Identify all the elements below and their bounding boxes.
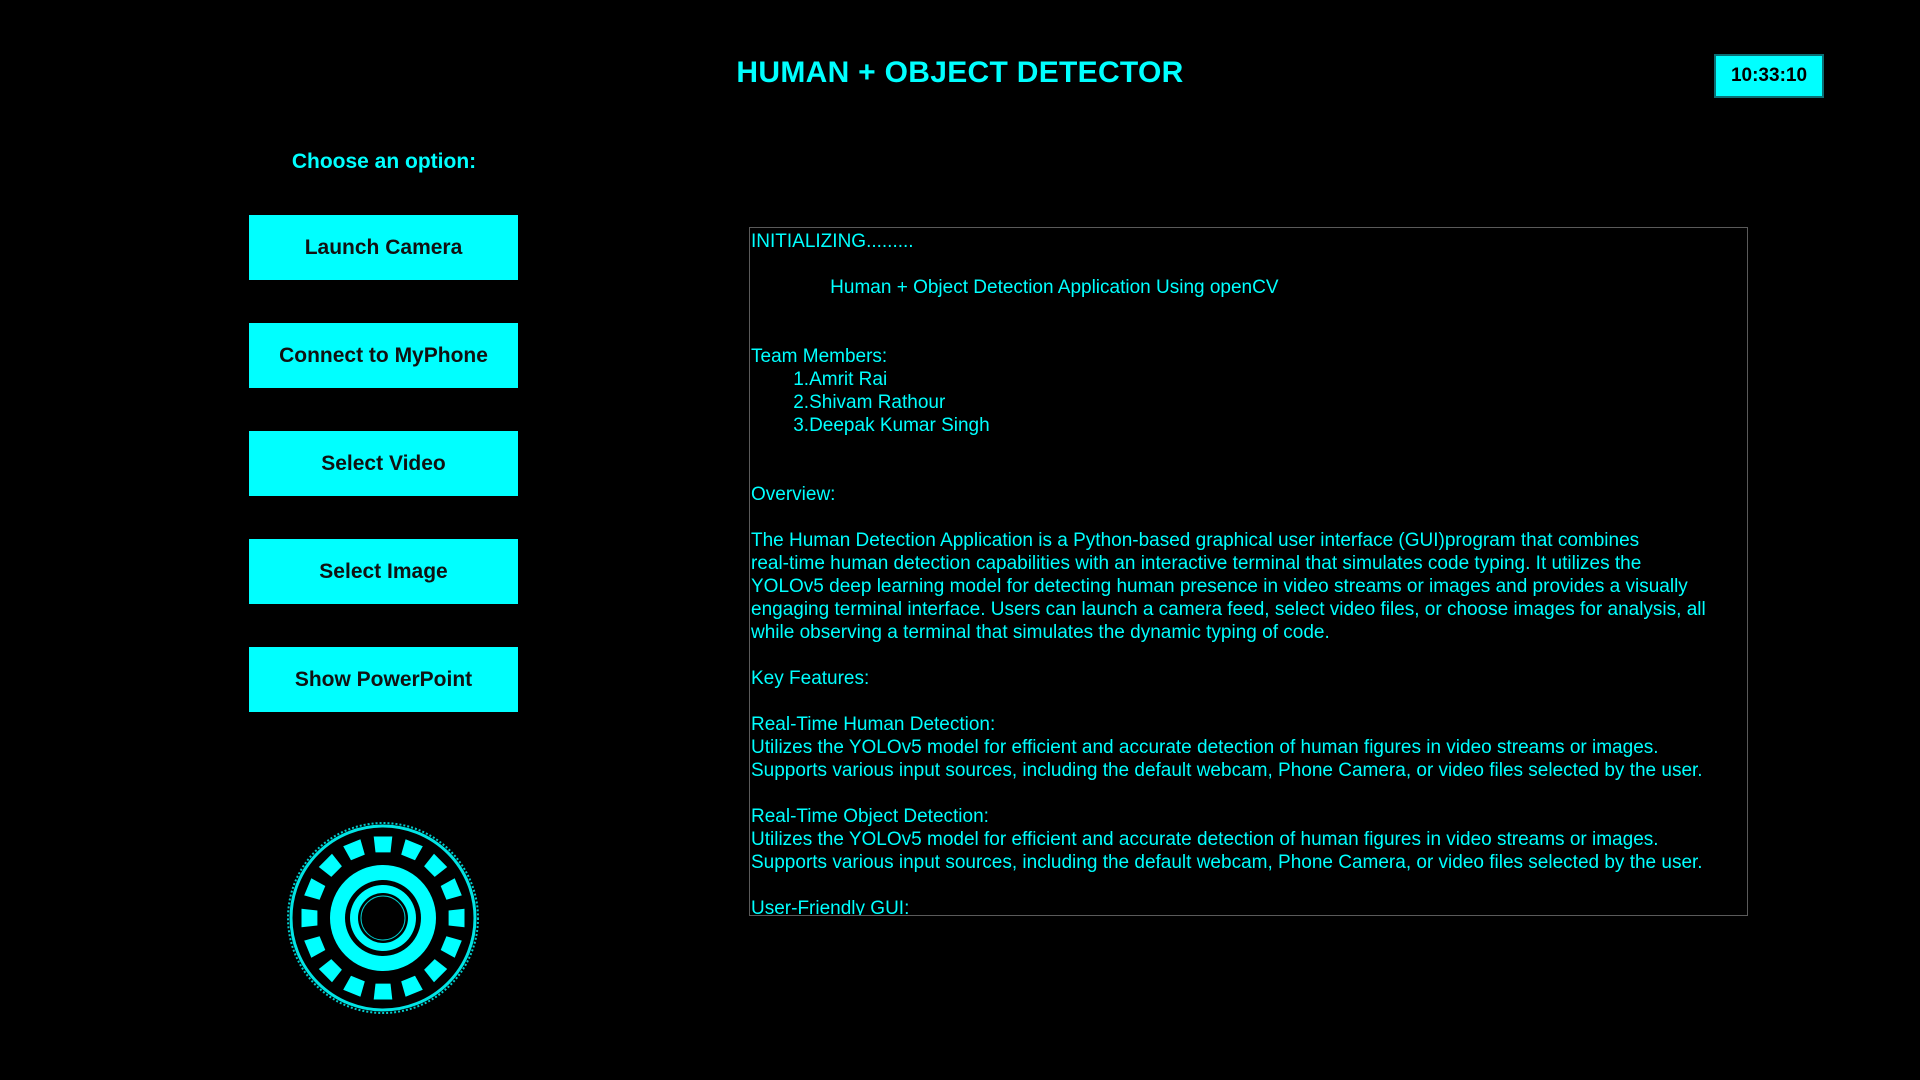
reactor-segment (301, 908, 318, 928)
terminal-text: INITIALIZING......... Human + Object Det… (751, 231, 1706, 916)
select-video-button[interactable]: Select Video (249, 431, 518, 496)
app-window: HUMAN + OBJECT DETECTOR 10:33:10 Choose … (0, 0, 1920, 1080)
reactor-segment (373, 983, 393, 1000)
clock-display: 10:33:10 (1714, 54, 1824, 98)
arc-reactor-icon (287, 822, 479, 1014)
choose-option-label: Choose an option: (291, 150, 477, 173)
terminal-panel[interactable]: INITIALIZING......... Human + Object Det… (749, 227, 1748, 916)
reactor-segment (373, 836, 393, 853)
connect-to-myphone-button[interactable]: Connect to MyPhone (249, 323, 518, 388)
launch-camera-button[interactable]: Launch Camera (249, 215, 518, 280)
reactor-segment (448, 908, 465, 928)
select-image-button[interactable]: Select Image (249, 539, 518, 604)
app-title: HUMAN + OBJECT DETECTOR (736, 56, 1184, 89)
show-powerpoint-button[interactable]: Show PowerPoint (249, 647, 518, 712)
